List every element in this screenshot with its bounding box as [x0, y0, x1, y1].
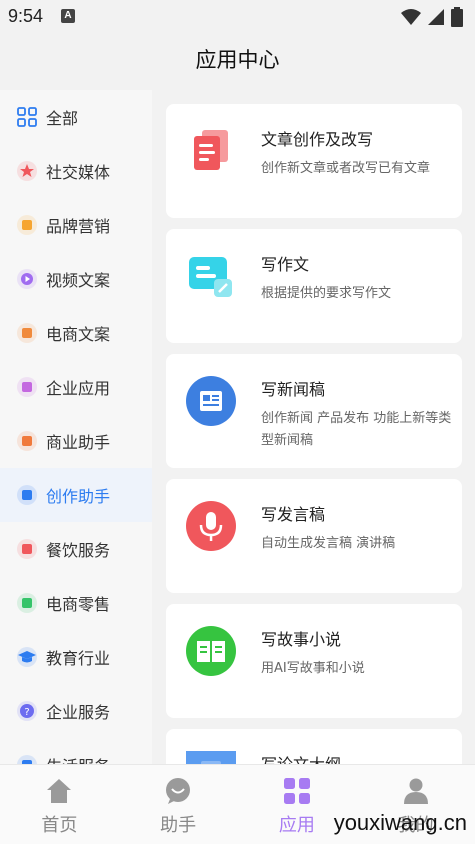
- app-card-description: 根据提供的要求写作文: [261, 286, 392, 301]
- outline-icon: [186, 751, 236, 764]
- app-card[interactable]: 写论文大纲: [166, 729, 462, 764]
- app-card-title: 写新闻稿: [261, 380, 326, 399]
- status-bar: 9:54 A: [0, 0, 475, 32]
- app-card-title: 写作文: [261, 255, 310, 274]
- app-card-title: 文章创作及改写: [261, 130, 374, 149]
- news-icon: [186, 376, 236, 426]
- sidebar-item[interactable]: 电商文案: [0, 306, 152, 360]
- dish-icon: [16, 538, 38, 560]
- cart-icon: [16, 322, 38, 344]
- sidebar-item[interactable]: 全部: [0, 90, 152, 144]
- edit-icon: [16, 484, 38, 506]
- app-card[interactable]: 写新闻稿创作新闻 产品发布 功能上新等类型新闻稿: [166, 354, 462, 468]
- life-icon: [16, 754, 38, 764]
- header: 应用中心: [0, 32, 475, 88]
- sidebar-item-label: 电商零售: [46, 595, 111, 614]
- document-icon: [186, 126, 236, 176]
- nav-tab-label: 应用: [278, 815, 315, 836]
- profile-icon: [402, 777, 430, 805]
- essay-icon: [186, 251, 236, 301]
- svg-text:?: ?: [24, 707, 29, 718]
- help-icon: ?: [16, 700, 38, 722]
- graduation-icon: [16, 646, 38, 668]
- grid-icon: [16, 106, 38, 128]
- wifi-icon: [401, 9, 421, 25]
- app-card-title: 写论文大纲: [261, 751, 341, 764]
- sidebar-item[interactable]: 创作助手: [0, 468, 152, 522]
- assistant-icon: [164, 777, 192, 805]
- chat-icon: [16, 430, 38, 452]
- sidebar-item[interactable]: 生活服务: [0, 738, 152, 764]
- star-icon: [16, 160, 38, 182]
- sidebar-item-label: 全部: [46, 109, 79, 128]
- app-card-title: 写故事小说: [261, 630, 342, 649]
- app-card[interactable]: 文章创作及改写创作新文章或者改写已有文章: [166, 104, 462, 218]
- sidebar-item-label: 教育行业: [46, 649, 111, 668]
- app-card-description: 用AI写故事和小说: [261, 661, 365, 676]
- app-card-description: 自动生成发言稿 演讲稿: [261, 536, 396, 551]
- nav-tab-label: 首页: [41, 815, 78, 836]
- sidebar-item-label: 商业助手: [46, 433, 111, 452]
- watermark: youxiwang.cn: [333, 810, 467, 835]
- sidebar-item-label: 企业应用: [46, 379, 111, 398]
- app-card-description: 创作新文章或者改写已有文章: [261, 161, 431, 176]
- status-icons: [401, 7, 463, 27]
- notification-icon: A: [61, 9, 75, 23]
- microphone-icon: [186, 501, 236, 551]
- sidebar-item-label: 创作助手: [46, 487, 111, 506]
- app-card[interactable]: 写作文根据提供的要求写作文: [166, 229, 462, 343]
- app-list: 文章创作及改写 创作新文章或者改写已有文章 写作文 根据提供的要求写作文 写新闻稿 创作新…: [152, 90, 475, 764]
- sidebar-item[interactable]: 企业应用: [0, 360, 152, 414]
- app-card-title: 写发言稿: [261, 505, 326, 524]
- play-icon: [16, 268, 38, 290]
- sidebar-item[interactable]: 教育行业: [0, 630, 152, 684]
- sidebar-item-label: 社交媒体: [46, 163, 111, 182]
- home-icon: [45, 777, 73, 805]
- sidebar-item-label: 电商文案: [46, 325, 111, 344]
- sidebar-item[interactable]: 电商零售: [0, 576, 152, 630]
- app-card[interactable]: 写故事小说用AI写故事和小说: [166, 604, 462, 718]
- book-icon: [186, 626, 236, 676]
- app-card[interactable]: 写发言稿自动生成发言稿 演讲稿: [166, 479, 462, 593]
- sidebar-item-label: 餐饮服务: [46, 541, 111, 560]
- sidebar-item-label: 视频文案: [46, 271, 111, 290]
- nav-tab-label: 助手: [160, 815, 197, 836]
- bag-icon: [16, 592, 38, 614]
- building-icon: [16, 376, 38, 398]
- sidebar-item-label: 生活服务: [46, 753, 110, 764]
- sidebar-item[interactable]: 餐饮服务: [0, 522, 152, 576]
- sidebar-item[interactable]: 品牌营销: [0, 198, 152, 252]
- sidebar-item-label: 企业服务: [46, 703, 111, 722]
- sidebar-item[interactable]: 社交媒体: [0, 144, 152, 198]
- apps-icon: [283, 777, 311, 805]
- category-sidebar: 全部社交媒体品牌营销视频文案电商文案企业应用商业助手创作助手餐饮服务电商零售教育…: [0, 90, 152, 764]
- nav-tab[interactable]: 首页: [0, 765, 119, 844]
- app-card-description: 创作新闻 产品发布 功能上新等类型新闻稿: [261, 411, 452, 448]
- battery-icon: [451, 7, 463, 27]
- page-title: 应用中心: [195, 48, 280, 72]
- sidebar-item[interactable]: 商业助手: [0, 414, 152, 468]
- sidebar-item[interactable]: ? 企业服务: [0, 684, 152, 738]
- signal-icon: [428, 9, 444, 25]
- sidebar-item[interactable]: 视频文案: [0, 252, 152, 306]
- nav-tab[interactable]: 助手: [119, 765, 238, 844]
- sidebar-item-label: 品牌营销: [46, 217, 111, 236]
- megaphone-icon: [16, 214, 38, 236]
- status-time: 9:54: [8, 6, 44, 26]
